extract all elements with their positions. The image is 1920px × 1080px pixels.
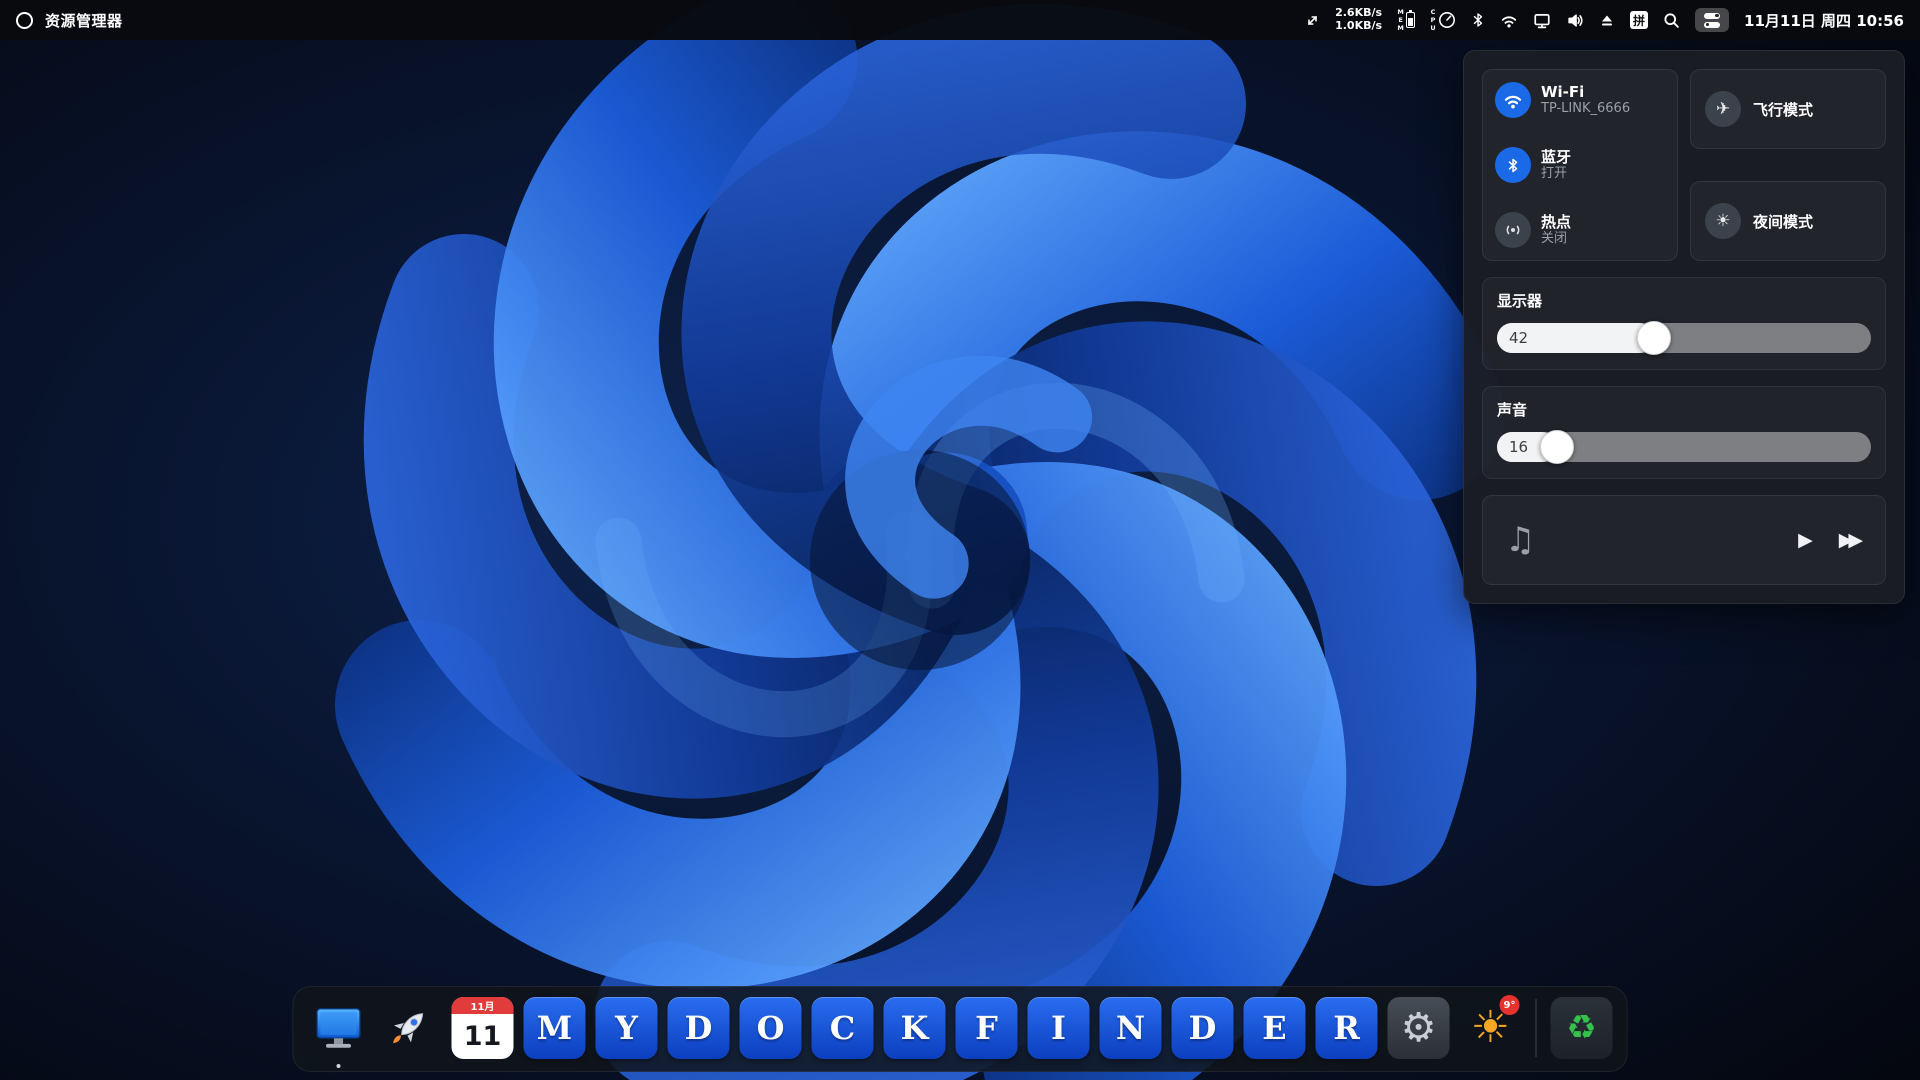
- hotspot-title: 热点: [1541, 213, 1571, 232]
- letter-tile-label: C: [830, 1009, 855, 1047]
- toggle-pill: [1704, 13, 1720, 19]
- volume-slider-knob[interactable]: [1540, 430, 1574, 464]
- calendar-day: 11: [452, 1014, 514, 1059]
- computer-monitor-icon: [314, 1004, 364, 1052]
- hotspot-status: 关闭: [1541, 231, 1571, 247]
- bluetooth-toggle-icon[interactable]: [1495, 147, 1531, 183]
- dock-item-calendar[interactable]: 11月 11: [452, 997, 514, 1059]
- letter-tile-label: N: [1116, 1009, 1145, 1047]
- dock-item-letter-o[interactable]: O: [740, 997, 802, 1059]
- dock-item-letter-r[interactable]: R: [1316, 997, 1378, 1059]
- cpu-indicator[interactable]: CPU: [1430, 8, 1457, 32]
- desktop: 资源管理器 2.6KB/s 1.0KB/s MEM CPU: [0, 0, 1920, 1080]
- wifi-title: Wi-Fi: [1541, 83, 1630, 102]
- dock: 11月 11 M Y D O C K F I N D E R ⚙ ☀ 9° ♻: [293, 986, 1628, 1072]
- dock-item-settings[interactable]: ⚙: [1388, 997, 1450, 1059]
- letter-tile-label: F: [975, 1009, 998, 1047]
- memory-indicator[interactable]: MEM: [1397, 8, 1415, 32]
- letter-tile-label: R: [1333, 1009, 1360, 1047]
- wifi-network-name: TP-LINK_6666: [1541, 101, 1630, 117]
- letter-tile-label: O: [757, 1009, 785, 1047]
- letter-tile-label: Y: [615, 1009, 638, 1047]
- clock[interactable]: 11月11日 周四 10:56: [1744, 10, 1904, 31]
- calendar-month: 11月: [452, 997, 514, 1014]
- next-track-button[interactable]: ▶▶: [1839, 529, 1863, 551]
- dock-item-letter-c[interactable]: C: [812, 997, 874, 1059]
- network-speed: 2.6KB/s 1.0KB/s: [1335, 7, 1382, 32]
- dock-item-letter-d2[interactable]: D: [1172, 997, 1234, 1059]
- volume-icon[interactable]: [1566, 7, 1584, 33]
- display-icon[interactable]: [1533, 7, 1551, 33]
- hotspot-toggle-icon[interactable]: [1495, 212, 1531, 248]
- wifi-icon[interactable]: [1500, 7, 1518, 33]
- display-section-label: 显示器: [1497, 290, 1871, 311]
- eject-icon[interactable]: [1599, 7, 1615, 33]
- display-brightness-slider-knob[interactable]: [1637, 321, 1671, 355]
- media-widget: ♫ ▶ ▶▶: [1482, 495, 1886, 585]
- bluetooth-icon[interactable]: [1471, 7, 1485, 33]
- gear-icon: ⚙: [1401, 1005, 1437, 1051]
- dock-item-letter-d1[interactable]: D: [668, 997, 730, 1059]
- airplane-icon: ✈: [1705, 91, 1741, 127]
- hotspot-row[interactable]: 热点 关闭: [1493, 208, 1667, 252]
- network-traffic-icon[interactable]: [1305, 7, 1320, 33]
- wifi-row[interactable]: Wi-Fi TP-LINK_6666: [1493, 78, 1667, 122]
- letter-tile-label: E: [1262, 1009, 1286, 1047]
- volume-section: 声音 16: [1482, 386, 1886, 479]
- control-center-icon[interactable]: [1695, 8, 1729, 32]
- bluetooth-title: 蓝牙: [1541, 148, 1571, 167]
- memory-battery-icon: [1406, 12, 1415, 28]
- mem-label: MEM: [1397, 8, 1404, 32]
- volume-slider[interactable]: 16: [1497, 432, 1871, 462]
- letter-tile-label: D: [1189, 1009, 1217, 1047]
- airplane-mode-tile[interactable]: ✈ 飞行模式: [1690, 69, 1886, 149]
- dock-item-letter-e[interactable]: E: [1244, 997, 1306, 1059]
- dock-item-computer[interactable]: [308, 997, 370, 1059]
- recycle-icon: ♻: [1566, 1008, 1596, 1048]
- input-method-icon[interactable]: 拼: [1630, 11, 1648, 29]
- night-mode-label: 夜间模式: [1753, 211, 1813, 232]
- toggle-pill: [1704, 22, 1720, 28]
- display-section: 显示器 42: [1482, 277, 1886, 370]
- dock-item-letter-n[interactable]: N: [1100, 997, 1162, 1059]
- display-brightness-slider[interactable]: 42: [1497, 323, 1871, 353]
- volume-value: 16: [1509, 438, 1528, 456]
- dock-item-letter-y[interactable]: Y: [596, 997, 658, 1059]
- bluetooth-status: 打开: [1541, 166, 1571, 182]
- play-button[interactable]: ▶: [1798, 529, 1813, 551]
- weather-temperature-badge: 9°: [1500, 995, 1520, 1015]
- letter-tile-label: M: [537, 1009, 572, 1047]
- display-brightness-value: 42: [1509, 329, 1528, 347]
- dock-separator: [1536, 999, 1537, 1057]
- cpu-gauge-icon: [1438, 11, 1456, 29]
- net-download: 1.0KB/s: [1335, 20, 1382, 33]
- dock-item-weather[interactable]: ☀ 9°: [1460, 997, 1522, 1059]
- connectivity-group: Wi-Fi TP-LINK_6666 蓝牙 打开: [1482, 69, 1678, 261]
- system-logo-icon[interactable]: [16, 12, 33, 29]
- bluetooth-row[interactable]: 蓝牙 打开: [1493, 143, 1667, 187]
- dock-item-launchpad[interactable]: [380, 997, 442, 1059]
- wifi-toggle-icon[interactable]: [1495, 82, 1531, 118]
- running-indicator-dot: [337, 1064, 341, 1068]
- control-center-panel: Wi-Fi TP-LINK_6666 蓝牙 打开: [1463, 50, 1905, 604]
- rocket-icon: [387, 1004, 435, 1052]
- dock-item-letter-i[interactable]: I: [1028, 997, 1090, 1059]
- dock-item-letter-m1[interactable]: M: [524, 997, 586, 1059]
- night-mode-tile[interactable]: ☀ 夜间模式: [1690, 181, 1886, 261]
- cpu-label: CPU: [1430, 8, 1437, 32]
- music-note-icon: ♫: [1505, 520, 1535, 560]
- night-mode-icon: ☀: [1705, 203, 1741, 239]
- volume-section-label: 声音: [1497, 399, 1871, 420]
- dock-item-letter-f[interactable]: F: [956, 997, 1018, 1059]
- dock-item-letter-k[interactable]: K: [884, 997, 946, 1059]
- menubar: 资源管理器 2.6KB/s 1.0KB/s MEM CPU: [0, 0, 1920, 40]
- letter-tile-label: D: [685, 1009, 713, 1047]
- airplane-mode-label: 飞行模式: [1753, 99, 1813, 120]
- dock-item-recycle-bin[interactable]: ♻: [1551, 997, 1613, 1059]
- search-icon[interactable]: [1663, 7, 1680, 33]
- letter-tile-label: K: [901, 1009, 929, 1047]
- letter-tile-label: I: [1051, 1009, 1066, 1047]
- active-app-name: 资源管理器: [45, 10, 123, 31]
